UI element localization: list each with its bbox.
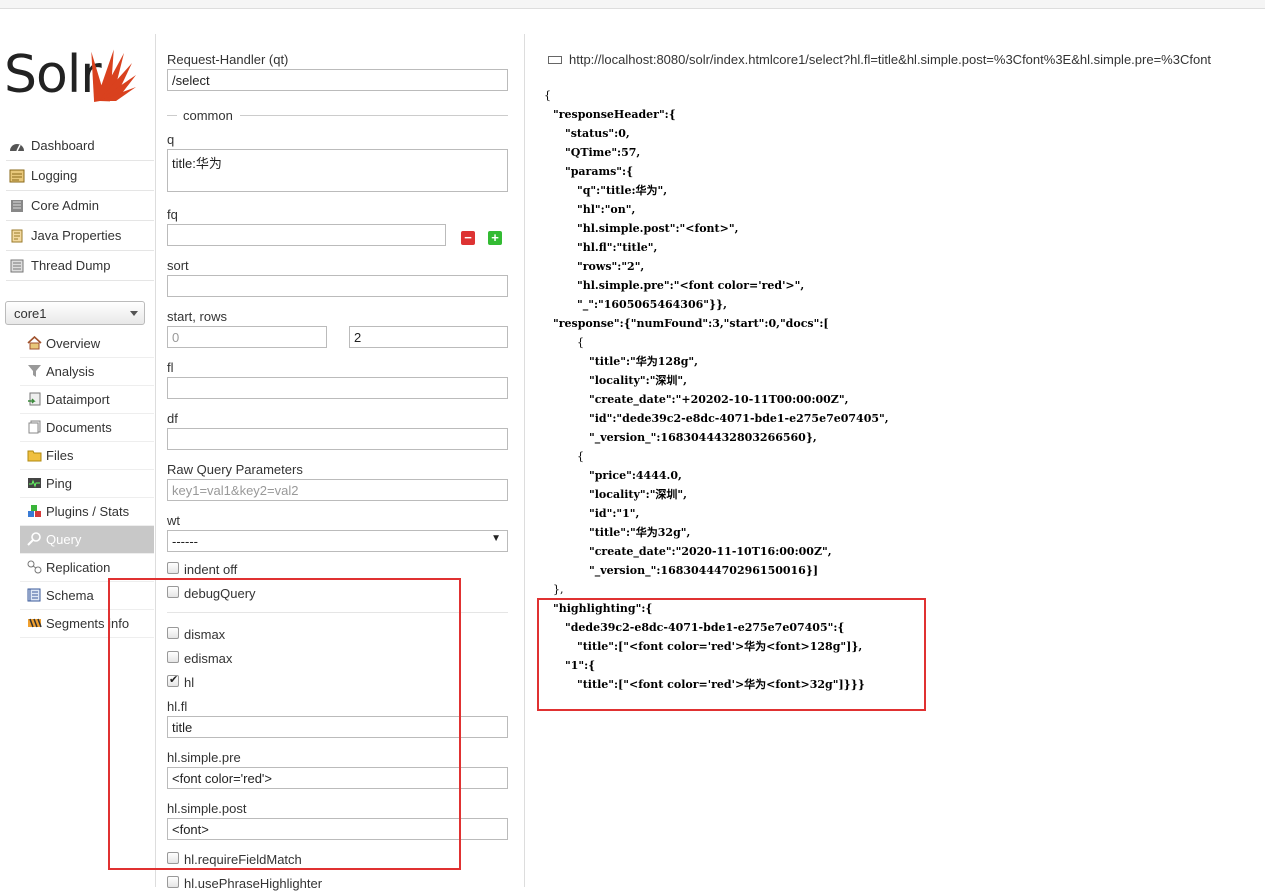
sort-input[interactable] — [167, 275, 508, 297]
core-menu-ping[interactable]: Ping — [20, 470, 154, 498]
json-line: "responseHeader":{ — [553, 108, 676, 121]
java-properties-icon — [11, 229, 23, 243]
dataimport-icon — [28, 392, 41, 406]
replication-icon — [27, 560, 42, 574]
legend-line-left — [167, 115, 177, 116]
results-panel: http://localhost:8080/solr/index.htmlcor… — [526, 34, 1265, 887]
rows-input[interactable]: 2 — [349, 326, 508, 348]
legend-line-right — [240, 115, 508, 116]
nav-logging[interactable]: Logging — [6, 161, 154, 191]
overview-icon — [27, 336, 42, 350]
json-line: "hl":"on", — [577, 203, 636, 216]
wt-label: wt — [167, 513, 180, 528]
raw-query-label: Raw Query Parameters — [167, 462, 303, 477]
core-menu-query[interactable]: Query — [20, 526, 154, 554]
request-url-text: http://localhost:8080/solr/index.htmlcor… — [569, 52, 1212, 67]
core-admin-icon — [11, 200, 23, 212]
json-line: "status":0, — [565, 127, 630, 140]
json-line: "price":4444.0, — [589, 469, 682, 482]
analysis-icon — [28, 365, 41, 377]
add-fq-button[interactable]: + — [488, 231, 502, 245]
df-label: df — [167, 411, 178, 426]
json-line: }, — [553, 583, 564, 596]
documents-icon — [28, 420, 41, 434]
fq-input[interactable] — [167, 224, 446, 246]
plugins-icon — [28, 505, 41, 517]
ping-icon — [28, 478, 41, 488]
json-line: "q":"title:华为", — [577, 184, 668, 197]
json-line: "title":"华为128g", — [589, 355, 698, 368]
start-input[interactable]: 0 — [167, 326, 327, 348]
indent-checkbox[interactable] — [167, 562, 179, 574]
json-line: { — [544, 89, 551, 102]
hl-use-phrase-highlighter-label: hl.usePhraseHighlighter — [184, 876, 323, 891]
json-line: "_version_":1683044470296150016}] — [589, 564, 819, 577]
json-line: "_version_":1683044432803266560}, — [589, 431, 817, 444]
sort-label: sort — [167, 258, 189, 273]
remove-fq-button[interactable]: − — [461, 231, 475, 245]
json-line: { — [577, 336, 584, 349]
files-icon — [27, 450, 42, 462]
nav-java-properties[interactable]: Java Properties — [6, 221, 154, 251]
segments-icon — [28, 618, 42, 628]
json-line: "hl.fl":"title", — [577, 241, 658, 254]
logging-icon — [9, 169, 25, 183]
json-line: "response":{"numFound":3,"start":0,"docs… — [553, 317, 829, 330]
json-line: "id":"1", — [589, 507, 640, 520]
link-icon — [548, 56, 562, 64]
wt-select[interactable]: ------ ▼ — [167, 530, 508, 552]
request-url[interactable]: http://localhost:8080/solr/index.htmlcor… — [541, 48, 1265, 72]
fq-label: fq — [167, 207, 178, 222]
json-line: "QTime":57, — [565, 146, 641, 159]
json-line: "create_date":"2020-11-10T16:00:00Z", — [589, 545, 832, 558]
nav-thread-dump[interactable]: Thread Dump — [6, 251, 154, 281]
json-line: "id":"dede39c2-e8dc-4071-bde1-e275e7e074… — [589, 412, 889, 425]
bookmarks-bar — [0, 0, 1265, 9]
json-line: "rows":"2", — [577, 260, 645, 273]
start-rows-label: start, rows — [167, 309, 227, 324]
nav-dashboard[interactable]: Dashboard — [6, 131, 154, 161]
common-legend: common — [183, 108, 233, 123]
json-line: { — [577, 450, 584, 463]
json-line: "locality":"深圳", — [589, 374, 687, 387]
json-line: "_":"1605065464306"}}, — [577, 298, 727, 311]
solr-logo[interactable]: Solr — [4, 39, 144, 109]
highlight-params-annotation — [108, 578, 461, 870]
wt-value: ------ — [172, 534, 198, 549]
q-label: q — [167, 132, 175, 147]
core-menu-dataimport[interactable]: Dataimport — [20, 386, 154, 414]
chevron-down-icon — [130, 311, 138, 316]
json-line: "locality":"深圳", — [589, 488, 687, 501]
q-textarea[interactable]: title:华为 — [167, 149, 508, 192]
fl-input[interactable] — [167, 377, 508, 399]
json-line: "params":{ — [565, 165, 634, 178]
nav-core-admin[interactable]: Core Admin — [6, 191, 154, 221]
json-line: "title":"华为32g", — [589, 526, 691, 539]
core-menu-documents[interactable]: Documents — [20, 414, 154, 442]
query-icon — [27, 532, 41, 546]
raw-query-input[interactable]: key1=val1&key2=val2 — [167, 479, 508, 501]
core-menu-plugins[interactable]: Plugins / Stats — [20, 498, 154, 526]
thread-dump-icon — [10, 259, 24, 273]
json-line: "hl.simple.post":"<font>", — [577, 222, 739, 235]
core-menu-analysis[interactable]: Analysis — [20, 358, 154, 386]
request-handler-input[interactable]: /select — [167, 69, 508, 91]
json-line: "create_date":"+20202-10-11T00:00:00Z", — [589, 393, 849, 406]
chevron-down-icon: ▼ — [491, 533, 501, 544]
df-input[interactable] — [167, 428, 508, 450]
highlighting-result-annotation — [537, 598, 926, 711]
core-menu-overview[interactable]: Overview — [20, 330, 154, 358]
dashboard-icon — [10, 144, 24, 152]
solr-sun-icon — [91, 49, 136, 103]
hl-use-phrase-highlighter-checkbox[interactable] — [167, 876, 179, 888]
fl-label: fl — [167, 360, 174, 375]
json-line: "hl.simple.pre":"<font color='red'>", — [577, 279, 805, 292]
core-selector[interactable]: core1 — [5, 301, 145, 325]
indent-label: indent off — [184, 562, 238, 577]
schema-icon — [27, 588, 41, 602]
request-handler-label: Request-Handler (qt) — [167, 52, 289, 67]
core-menu-files[interactable]: Files — [20, 442, 154, 470]
